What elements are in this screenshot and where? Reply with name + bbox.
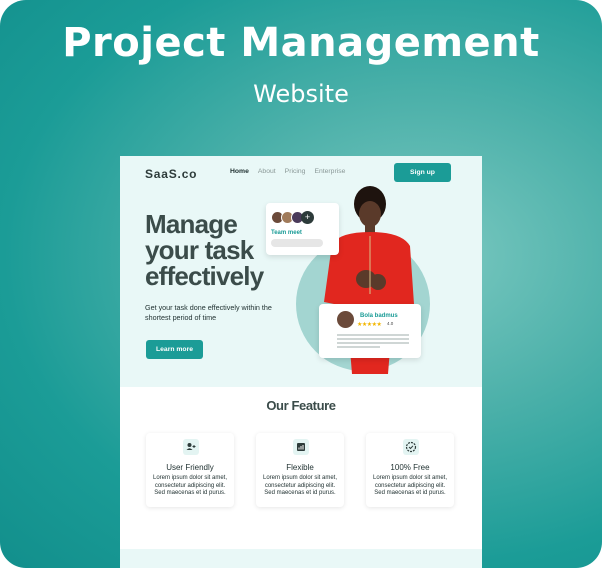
feature-card-flexible: Flexible Lorem ipsum dolor sit amet, con… [256, 433, 344, 507]
site-logo[interactable]: SaaS.co [145, 167, 197, 181]
hero-subtitle: Get your task done effectively within th… [145, 303, 272, 322]
showcase-card: Project Management Website SaaS.co Home … [0, 0, 602, 568]
signup-button[interactable]: Sign up [394, 163, 451, 182]
chart-icon [293, 439, 309, 455]
website-mockup: SaaS.co Home About Pricing Enterprise Si… [120, 156, 482, 568]
showcase-title: Project Management [62, 20, 540, 66]
showcase-subtitle: Website [253, 80, 349, 108]
feature-title: Our Feature [266, 398, 336, 413]
review-text-placeholder [337, 334, 409, 350]
star-rating: ★★★★★ [357, 322, 382, 328]
feature-card-user-friendly: User Friendly Lorem ipsum dolor sit amet… [146, 433, 234, 507]
feature-card-desc: Lorem ipsum dolor sit amet, consectetur … [152, 475, 228, 496]
feature-card-desc: Lorem ipsum dolor sit amet, consectetur … [372, 475, 448, 496]
learn-more-button[interactable]: Learn more [146, 340, 203, 359]
nav-home[interactable]: Home [230, 168, 249, 175]
feature-card-free: 100% Free Lorem ipsum dolor sit amet, co… [366, 433, 454, 507]
feature-card-title: User Friendly [166, 463, 214, 472]
feature-card-title: Flexible [286, 463, 314, 472]
user-add-icon [183, 439, 199, 455]
feature-section: Our Feature User Friendly Lorem ipsum do… [120, 387, 482, 549]
nav-about[interactable]: About [258, 168, 276, 175]
badge-check-icon [403, 439, 419, 455]
review-card: Bola badmus ★★★★★ 4.0 [319, 304, 421, 358]
hero-title: Manage your task effectively [145, 209, 264, 291]
feature-card-desc: Lorem ipsum dolor sit amet, consectetur … [262, 475, 338, 496]
team-meet-card: + Team meet [266, 203, 339, 255]
team-meet-label: Team meet [271, 230, 302, 236]
reviewer-name: Bola badmus [360, 313, 398, 319]
avatar [337, 311, 354, 328]
next-section-band [120, 549, 482, 568]
add-member-icon[interactable]: + [301, 211, 314, 224]
nav-enterprise[interactable]: Enterprise [314, 168, 345, 175]
rating-value: 4.0 [387, 321, 394, 326]
team-meet-placeholder [271, 239, 323, 247]
nav-pricing[interactable]: Pricing [285, 168, 306, 175]
feature-card-title: 100% Free [390, 463, 430, 472]
site-nav: Home About Pricing Enterprise [230, 168, 345, 175]
